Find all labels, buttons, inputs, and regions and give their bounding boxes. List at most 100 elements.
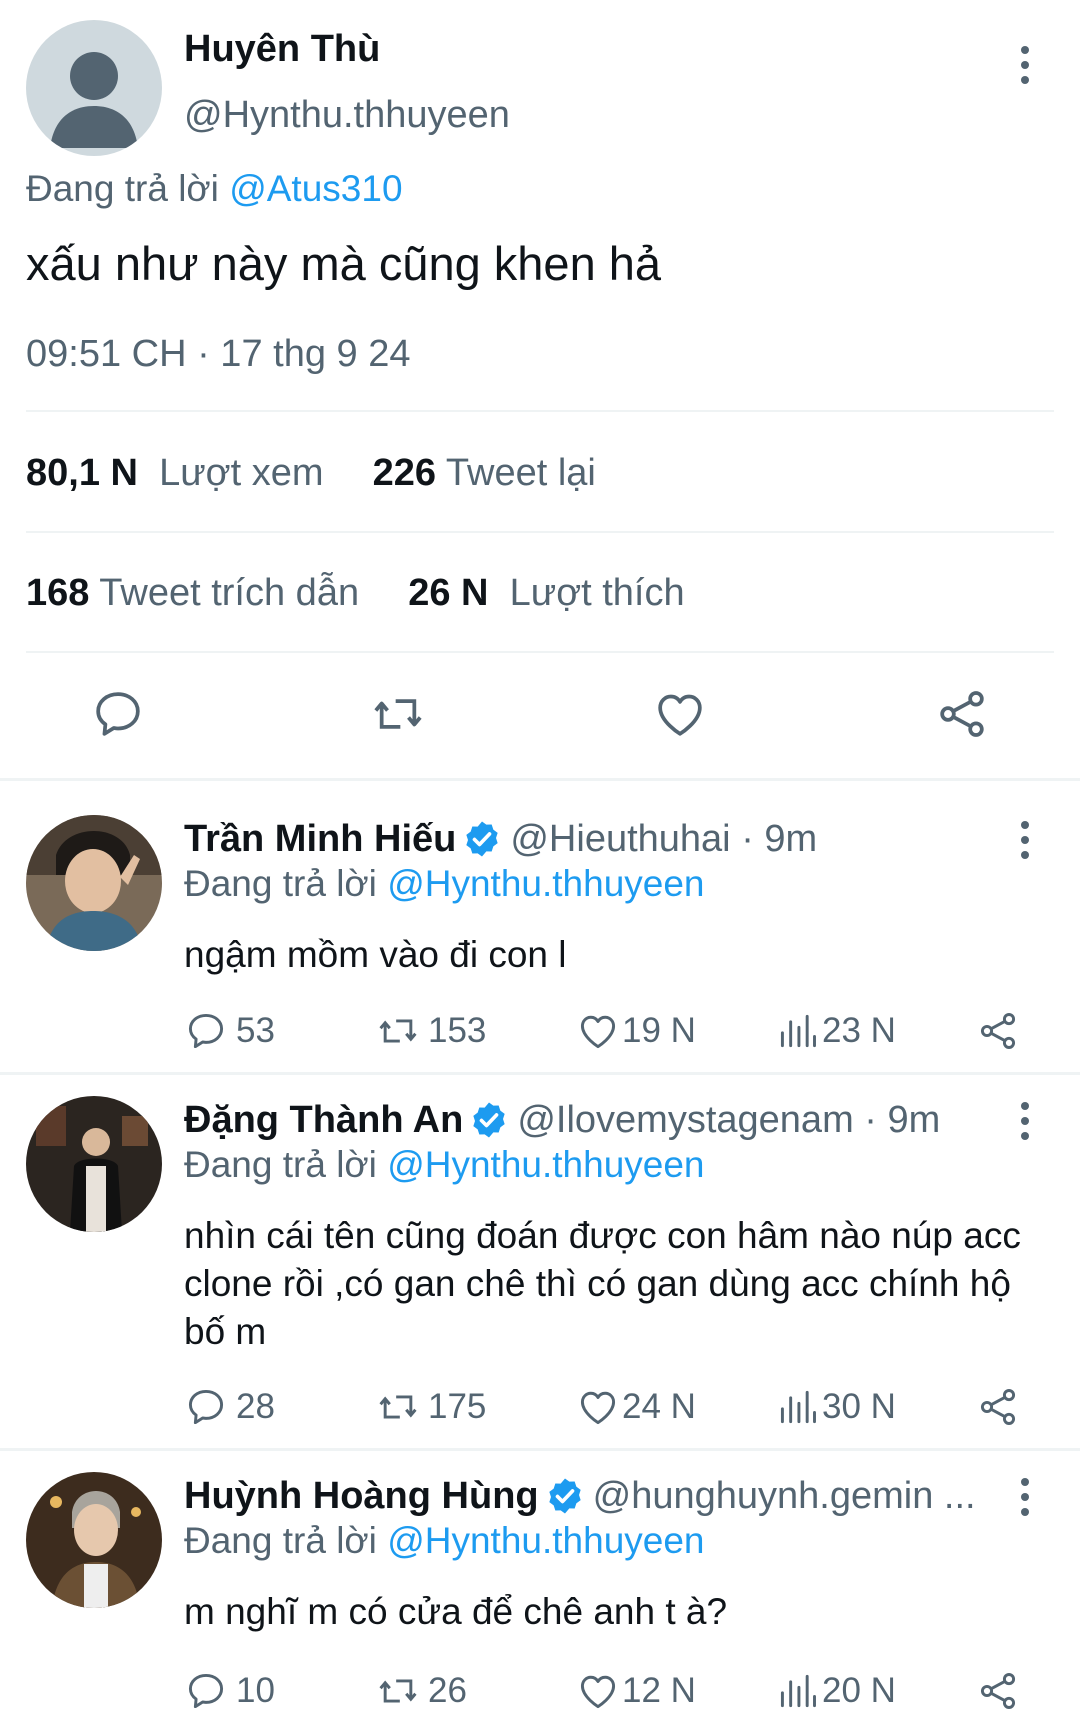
more-options-icon[interactable] — [1010, 1472, 1040, 1522]
retweets-stat[interactable]: 226 Tweet lại — [373, 452, 596, 494]
verified-badge-icon — [473, 1102, 506, 1138]
views-count: 30 N — [822, 1387, 896, 1426]
replying-to: Đang trả lời @Hynthu.thhuyeen — [184, 1520, 705, 1562]
replying-to-mention[interactable]: @Hynthu.thhuyeen — [387, 1144, 704, 1185]
verified-badge-icon — [466, 821, 499, 857]
share-icon — [980, 1673, 1016, 1709]
verified-badge-icon — [548, 1478, 581, 1514]
reply-author-handle[interactable]: @Ilovemystagenam — [517, 1099, 853, 1142]
share-icon — [980, 1389, 1016, 1425]
reply-tweet[interactable]: Đặng Thành An @Ilovemystagenam · 9m Đang… — [0, 1096, 1080, 1446]
views-button[interactable]: 30 N — [776, 1382, 896, 1432]
views-stat: 80,1 N Lượt xem — [26, 452, 334, 494]
reply-action-bar: 10 26 12 N 20 N — [184, 1666, 1024, 1716]
like-button[interactable]: 24 N — [576, 1382, 696, 1432]
like-button[interactable]: 12 N — [576, 1666, 696, 1716]
reply-button[interactable]: 28 — [184, 1382, 275, 1432]
retweet-icon — [379, 1679, 417, 1703]
avatar-photo — [26, 1096, 162, 1232]
heart-icon — [580, 1675, 616, 1709]
replying-to-mention[interactable]: @Atus310 — [229, 168, 402, 209]
reply-count: 28 — [236, 1387, 275, 1426]
stats-row-2: 168 Tweet trích dẫn 26 N Lượt thích — [26, 572, 685, 615]
quotes-label: Tweet trích dẫn — [99, 572, 360, 614]
quotes-count: 168 — [26, 572, 90, 614]
heart-icon — [580, 1015, 616, 1049]
likes-count: 26 N — [408, 572, 489, 614]
replying-to-mention[interactable]: @Hynthu.thhuyeen — [387, 1520, 704, 1561]
reply-text: m nghĩ m có cửa để chê anh t à? — [184, 1591, 728, 1632]
section-divider — [0, 778, 1080, 781]
retweet-icon — [379, 1019, 417, 1043]
section-divider — [0, 1072, 1080, 1075]
avatar[interactable] — [26, 20, 162, 156]
reply-author-handle[interactable]: @Hieuthuhai — [510, 818, 730, 861]
heart-icon[interactable] — [652, 686, 708, 742]
avatar[interactable] — [26, 1096, 162, 1232]
stats-row-1: 80,1 N Lượt xem 226 Tweet lại — [26, 452, 596, 495]
views-chart-icon — [780, 1390, 816, 1424]
views-button[interactable]: 20 N — [776, 1666, 896, 1716]
reply-count: 10 — [236, 1671, 275, 1710]
retweet-icon — [379, 1395, 417, 1419]
reply-header: Trần Minh Hiếu @Hieuthuhai · 9m — [184, 815, 817, 863]
share-button[interactable] — [976, 1006, 1020, 1056]
reply-header: Huỳnh Hoàng Hùng @hunghuynh.gemin ... — [184, 1472, 976, 1520]
reply-icon[interactable] — [90, 686, 146, 742]
views-count: 23 N — [822, 1011, 896, 1050]
reply-text: ngậm mồm vào đi con l — [184, 934, 567, 975]
more-options-icon[interactable] — [1010, 40, 1040, 90]
reply-author-handle[interactable]: @hunghuynh.gemin ... — [593, 1475, 976, 1518]
views-chart-icon — [780, 1674, 816, 1708]
more-options-icon[interactable] — [1010, 815, 1040, 865]
reply-tweet[interactable]: Huỳnh Hoàng Hùng @hunghuynh.gemin ... Đa… — [0, 1472, 1080, 1733]
replying-to: Đang trả lời @Hynthu.thhuyeen — [184, 863, 705, 905]
like-button[interactable]: 19 N — [576, 1006, 696, 1056]
retweet-count: 26 — [428, 1671, 467, 1710]
divider — [26, 651, 1054, 653]
author-handle[interactable]: @Hynthu.thhuyeen — [184, 94, 510, 137]
divider — [26, 410, 1054, 412]
views-button[interactable]: 23 N — [776, 1006, 896, 1056]
more-options-icon[interactable] — [1010, 1096, 1040, 1146]
views-count: 80,1 N — [26, 452, 138, 494]
reply-author-name[interactable]: Trần Minh Hiếu — [184, 818, 456, 861]
retweet-button[interactable]: 26 — [376, 1666, 467, 1716]
share-button[interactable] — [976, 1666, 1020, 1716]
retweet-button[interactable]: 175 — [376, 1382, 486, 1432]
reply-time: · 9m — [741, 817, 818, 860]
reply-button[interactable]: 53 — [184, 1006, 275, 1056]
views-label: Lượt xem — [159, 452, 324, 494]
author-name[interactable]: Huyên Thù — [184, 28, 380, 71]
tweet-timestamp: 09:51 CH · 17 thg 9 24 — [26, 333, 411, 375]
reply-action-bar: 53 153 19 N 23 N — [184, 1006, 1024, 1056]
reply-action-bar: 28 175 24 N 30 N — [184, 1382, 1024, 1432]
avatar-photo — [26, 1472, 162, 1608]
section-divider — [0, 1448, 1080, 1451]
reply-text: nhìn cái tên cũng đoán được con hâm nào … — [184, 1215, 1021, 1352]
reply-icon — [188, 1673, 224, 1709]
retweet-count: 153 — [428, 1011, 487, 1050]
share-button[interactable] — [976, 1382, 1020, 1432]
views-count: 20 N — [822, 1671, 896, 1710]
reply-tweet[interactable]: Trần Minh Hiếu @Hieuthuhai · 9m Đang trả… — [0, 815, 1080, 1070]
reply-count: 53 — [236, 1011, 275, 1050]
views-chart-icon — [780, 1014, 816, 1048]
replying-to-mention[interactable]: @Hynthu.thhuyeen — [387, 863, 704, 904]
reply-button[interactable]: 10 — [184, 1666, 275, 1716]
retweet-button[interactable]: 153 — [376, 1006, 486, 1056]
avatar[interactable] — [26, 815, 162, 951]
avatar[interactable] — [26, 1472, 162, 1608]
reply-icon — [188, 1389, 224, 1425]
retweet-icon[interactable] — [370, 686, 426, 742]
default-avatar-icon — [50, 52, 138, 148]
quotes-stat[interactable]: 168 Tweet trích dẫn — [26, 572, 370, 614]
like-count: 12 N — [622, 1671, 696, 1710]
likes-stat[interactable]: 26 N Lượt thích — [408, 572, 684, 614]
share-icon[interactable] — [934, 686, 990, 742]
reply-author-name[interactable]: Huỳnh Hoàng Hùng — [184, 1475, 539, 1518]
retweets-count: 226 — [372, 452, 437, 494]
like-count: 24 N — [622, 1387, 696, 1426]
replying-prefix: Đang trả lời — [184, 863, 377, 904]
reply-author-name[interactable]: Đặng Thành An — [184, 1099, 463, 1142]
